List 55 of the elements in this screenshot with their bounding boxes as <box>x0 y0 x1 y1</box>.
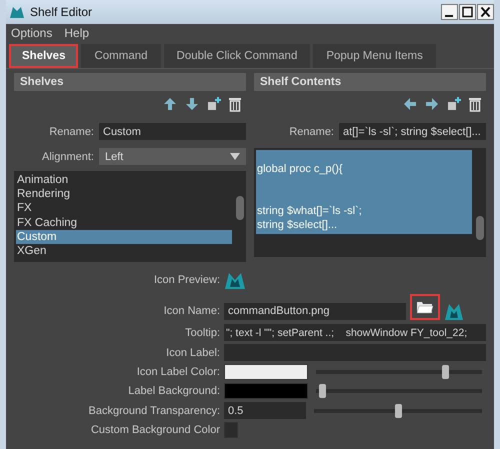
folder-icon <box>416 300 434 314</box>
field-label: Icon Label: <box>165 346 220 358</box>
field-label: Label Background: <box>127 385 220 397</box>
field-label: Icon Label Color: <box>136 366 220 378</box>
move-left-icon[interactable] <box>402 96 418 112</box>
color-swatch[interactable] <box>224 364 308 380</box>
trash-icon[interactable] <box>468 96 482 112</box>
field-label: Tooltip: <box>184 326 220 338</box>
tab[interactable]: Shelves <box>9 44 78 68</box>
panel-header: Shelf Contents <box>254 73 486 91</box>
field-label: Icon Name: <box>162 305 220 317</box>
tab[interactable]: Popup Menu Items <box>313 44 436 68</box>
alignment-dropdown[interactable]: Left <box>99 148 246 165</box>
list-item[interactable]: Custom <box>16 230 232 244</box>
close-icon[interactable] <box>477 4 494 20</box>
list-item[interactable]: Animation <box>16 173 232 188</box>
slider-handle[interactable] <box>394 404 402 418</box>
rename-field[interactable]: at[]=`ls -sl`; string $select[]... <box>339 123 486 140</box>
field-label: Rename: <box>288 126 334 138</box>
app-icon <box>9 5 25 19</box>
panel-header: Shelves <box>14 73 246 91</box>
move-up-icon[interactable] <box>162 96 178 112</box>
minimize-icon[interactable] <box>441 4 458 20</box>
rename-field[interactable]: Custom <box>99 123 246 140</box>
list-item[interactable]: global proc c_p(){ string $what[]=`ls -sl`; string $select[]... <box>256 150 472 234</box>
field-label: Icon Preview: <box>152 274 220 286</box>
move-right-icon[interactable] <box>424 96 440 112</box>
color-swatch[interactable] <box>224 383 308 399</box>
trash-icon[interactable] <box>228 96 242 112</box>
transparency-field[interactable]: 0.5 <box>224 402 306 419</box>
caret-icon <box>230 153 240 160</box>
window-title: Shelf Editor <box>30 5 94 19</box>
maximize-icon[interactable] <box>459 4 476 20</box>
tooltip-field[interactable]: "; text -l ""; setParent ..; showWindow FY_tool_22; <box>224 324 486 341</box>
menu-item[interactable]: Help <box>64 26 90 40</box>
menu-item[interactable]: Options <box>11 26 52 40</box>
new-item-icon[interactable] <box>446 96 462 112</box>
list-item[interactable]: Rendering <box>16 187 232 202</box>
slider-handle[interactable] <box>442 365 449 379</box>
new-item-icon[interactable] <box>206 96 222 112</box>
field-label: Alignment: <box>41 150 94 162</box>
list-item[interactable]: FX Caching <box>16 216 232 230</box>
icon-label-field[interactable] <box>224 344 486 361</box>
field-label: Background Transparency: <box>88 404 220 416</box>
list-item[interactable]: XGen <box>16 244 232 258</box>
slider-handle[interactable] <box>319 384 326 398</box>
browse-button[interactable] <box>410 294 440 320</box>
tab[interactable]: Double Click Command <box>164 44 310 68</box>
icon-name-field[interactable]: commandButton.png <box>224 302 406 320</box>
tab[interactable]: Command <box>81 44 161 68</box>
list-item[interactable]: FX <box>16 201 232 216</box>
field-label: Custom Background Color <box>90 424 220 436</box>
field-label: Rename: <box>48 126 94 138</box>
move-down-icon[interactable] <box>184 96 200 112</box>
color-swatch[interactable] <box>224 422 238 438</box>
